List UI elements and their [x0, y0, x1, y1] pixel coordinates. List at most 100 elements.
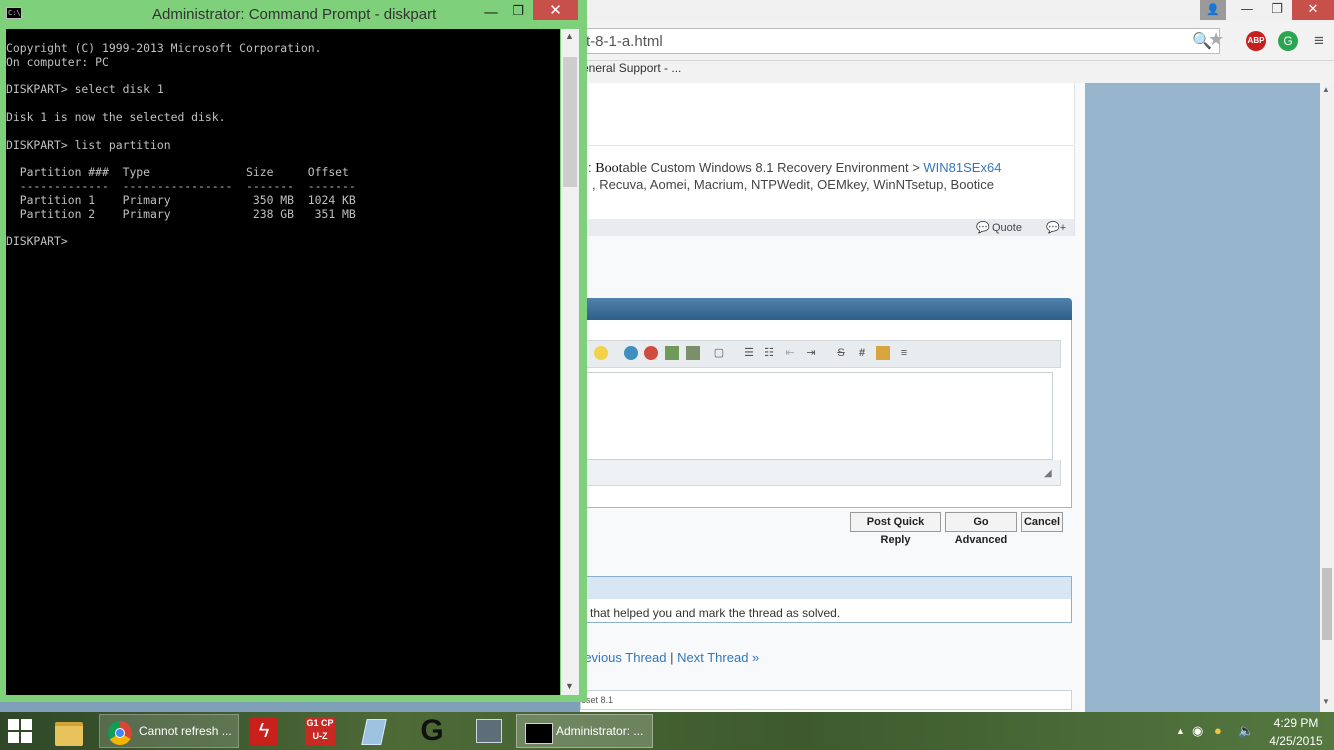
signature-line-2: , Recuva, Aomei, Macrium, NTPWedit, OEMk…: [592, 177, 994, 192]
smiley-icon[interactable]: [594, 346, 608, 360]
scroll-up-icon[interactable]: ▲: [565, 31, 574, 41]
console-text: Copyright (C) 1999-2013 Microsoft Corpor…: [6, 41, 356, 249]
bookmark-star-icon[interactable]: ★: [1208, 29, 1224, 50]
go-advanced-button[interactable]: Go Advanced: [945, 512, 1017, 546]
browser-toolbar: t-8-1-a.html 🔍 ★ ABP G ≡: [580, 22, 1334, 61]
console-output[interactable]: Copyright (C) 1999-2013 Microsoft Corpor…: [6, 29, 560, 695]
indent-icon[interactable]: ⇥: [804, 346, 818, 360]
page-scrollbar[interactable]: ▲ ▼: [1320, 83, 1334, 712]
extension-icon[interactable]: G: [1278, 31, 1298, 51]
clock-time[interactable]: 4:29 PM: [1266, 716, 1326, 730]
strikethrough-icon[interactable]: S: [834, 346, 848, 360]
close-button[interactable]: ✕: [533, 0, 578, 20]
hamburger-menu-icon[interactable]: ≡: [1314, 31, 1324, 51]
command-prompt-window: C:\_ Administrator: Command Prompt - dis…: [0, 0, 587, 702]
notice-header: [581, 577, 1071, 599]
editor-toolbar: ▢ ☰ ☷ ⇤ ⇥ S # ≡: [581, 340, 1061, 368]
flash-taskbar-button[interactable]: ϟ: [246, 714, 282, 748]
browser-window: 👤 — ❐ ✕ t-8-1-a.html 🔍 ★ ABP G ≡ eneral …: [580, 0, 1334, 712]
adblock-extension-icon[interactable]: ABP: [1246, 31, 1266, 51]
editor-footer: ◢: [581, 460, 1061, 486]
code-icon[interactable]: [876, 346, 890, 360]
browser-maximize-button[interactable]: ❐: [1262, 0, 1292, 20]
maximize-button[interactable]: ❐: [506, 1, 530, 23]
chrome-icon: [108, 721, 132, 745]
breadcrumb-bar: eset 8.1: [580, 690, 1072, 710]
browser-minimize-button[interactable]: —: [1232, 0, 1262, 20]
outdent-icon[interactable]: ⇤: [783, 346, 797, 360]
next-arrow: »: [752, 650, 760, 665]
cpuz-icon: G1 CPU-Z: [305, 717, 335, 745]
insert-image-icon[interactable]: [665, 346, 679, 360]
chrome-taskbar-button[interactable]: Cannot refresh ...: [99, 714, 239, 748]
resize-handle-icon[interactable]: ◢: [1044, 468, 1052, 479]
logitech-taskbar-button[interactable]: G: [413, 714, 449, 748]
remove-link-icon[interactable]: [644, 346, 658, 360]
page-background-sidebar: [1085, 83, 1320, 712]
cmd-taskbar-button[interactable]: Administrator: ...: [516, 714, 653, 748]
ordered-list-icon[interactable]: ☰: [742, 346, 756, 360]
show-hidden-icons-icon[interactable]: ▲: [1176, 726, 1185, 736]
notice-text: that helped you and mark the thread as s…: [590, 606, 841, 620]
notice-box: that helped you and mark the thread as s…: [580, 576, 1072, 623]
thread-navigation: revious Thread | Next Thread »: [580, 650, 759, 665]
hashtag-icon[interactable]: #: [855, 346, 869, 360]
browser-close-button[interactable]: ✕: [1292, 0, 1334, 20]
signature-link[interactable]: WIN81SEx64: [923, 160, 1001, 175]
minimize-button[interactable]: —: [478, 1, 504, 23]
flash-icon: ϟ: [250, 717, 278, 745]
file-explorer-taskbar-button[interactable]: [50, 714, 86, 748]
cancel-button[interactable]: Cancel: [1021, 512, 1063, 532]
multiquote-icon[interactable]: 💬+: [1046, 221, 1066, 234]
previous-thread-link[interactable]: revious Thread: [580, 650, 666, 665]
notes-taskbar-button[interactable]: [356, 714, 392, 748]
utility-icon: [476, 719, 502, 743]
scrollbar-thumb[interactable]: [563, 57, 577, 187]
bookmark-item[interactable]: eneral Support - ...: [582, 61, 681, 75]
reply-textarea[interactable]: [581, 372, 1053, 460]
volume-icon[interactable]: 🔈: [1238, 723, 1254, 739]
cmd-taskbar-label: Administrator: ...: [556, 724, 644, 738]
unordered-list-icon[interactable]: ☷: [762, 346, 776, 360]
forum-post: : Bootable Custom Windows 8.1 Recovery E…: [580, 83, 1075, 236]
cpuz-taskbar-button[interactable]: G1 CPU-Z: [302, 714, 338, 748]
network-app-icon[interactable]: ●: [1214, 723, 1222, 738]
clock-date[interactable]: 4/25/2015: [1262, 734, 1330, 748]
cmd-window-icon[interactable]: C:\_: [6, 7, 25, 19]
logitech-g-icon: G: [420, 714, 444, 747]
signature-line: : Bootable Custom Windows 8.1 Recovery E…: [588, 160, 1002, 176]
quote-bubble-icon[interactable]: ▢: [712, 346, 726, 360]
url-text[interactable]: t-8-1-a.html: [586, 33, 663, 50]
scroll-up-icon[interactable]: ▲: [1322, 85, 1330, 94]
insert-video-icon[interactable]: [686, 346, 700, 360]
user-profile-icon[interactable]: 👤: [1200, 0, 1226, 20]
quote-button[interactable]: Quote: [992, 222, 1022, 234]
post-footer: 💬 Quote 💬+: [580, 219, 1074, 236]
cmd-taskbar-icon: [525, 723, 553, 744]
chrome-taskbar-label: Cannot refresh ...: [139, 724, 232, 738]
more-icon[interactable]: ≡: [897, 346, 911, 360]
post-divider: [580, 145, 1074, 146]
window-title: Administrator: Command Prompt - diskpart: [152, 6, 437, 23]
utility-taskbar-button[interactable]: [470, 714, 506, 748]
start-button[interactable]: [8, 719, 32, 743]
console-scrollbar[interactable]: ▲ ▼: [561, 29, 579, 695]
quick-reply-panel: ▢ ☰ ☷ ⇤ ⇥ S # ≡ ◢: [580, 320, 1072, 508]
address-bar[interactable]: t-8-1-a.html 🔍 ★: [580, 28, 1224, 54]
next-thread-link[interactable]: Next Thread: [677, 650, 748, 665]
taskbar: Cannot refresh ... ϟ G1 CPU-Z G Administ…: [0, 712, 1334, 750]
insert-link-icon[interactable]: [624, 346, 638, 360]
browser-titlebar: 👤 — ❐ ✕: [580, 0, 1334, 22]
scroll-down-icon[interactable]: ▼: [1322, 697, 1330, 706]
scrollbar-thumb[interactable]: [1322, 568, 1332, 640]
scroll-down-icon[interactable]: ▼: [565, 681, 574, 691]
quote-icon[interactable]: 💬: [976, 221, 990, 234]
bookmarks-bar: eneral Support - ...: [580, 61, 1334, 84]
windows-logo-icon: [8, 719, 19, 730]
post-quick-reply-button[interactable]: Post Quick Reply: [850, 512, 941, 546]
steam-icon[interactable]: ◉: [1192, 723, 1203, 739]
nav-separator: |: [670, 650, 674, 665]
folder-icon: [55, 722, 83, 746]
quick-reply-header: [580, 298, 1072, 320]
notepad-icon: [361, 719, 387, 745]
